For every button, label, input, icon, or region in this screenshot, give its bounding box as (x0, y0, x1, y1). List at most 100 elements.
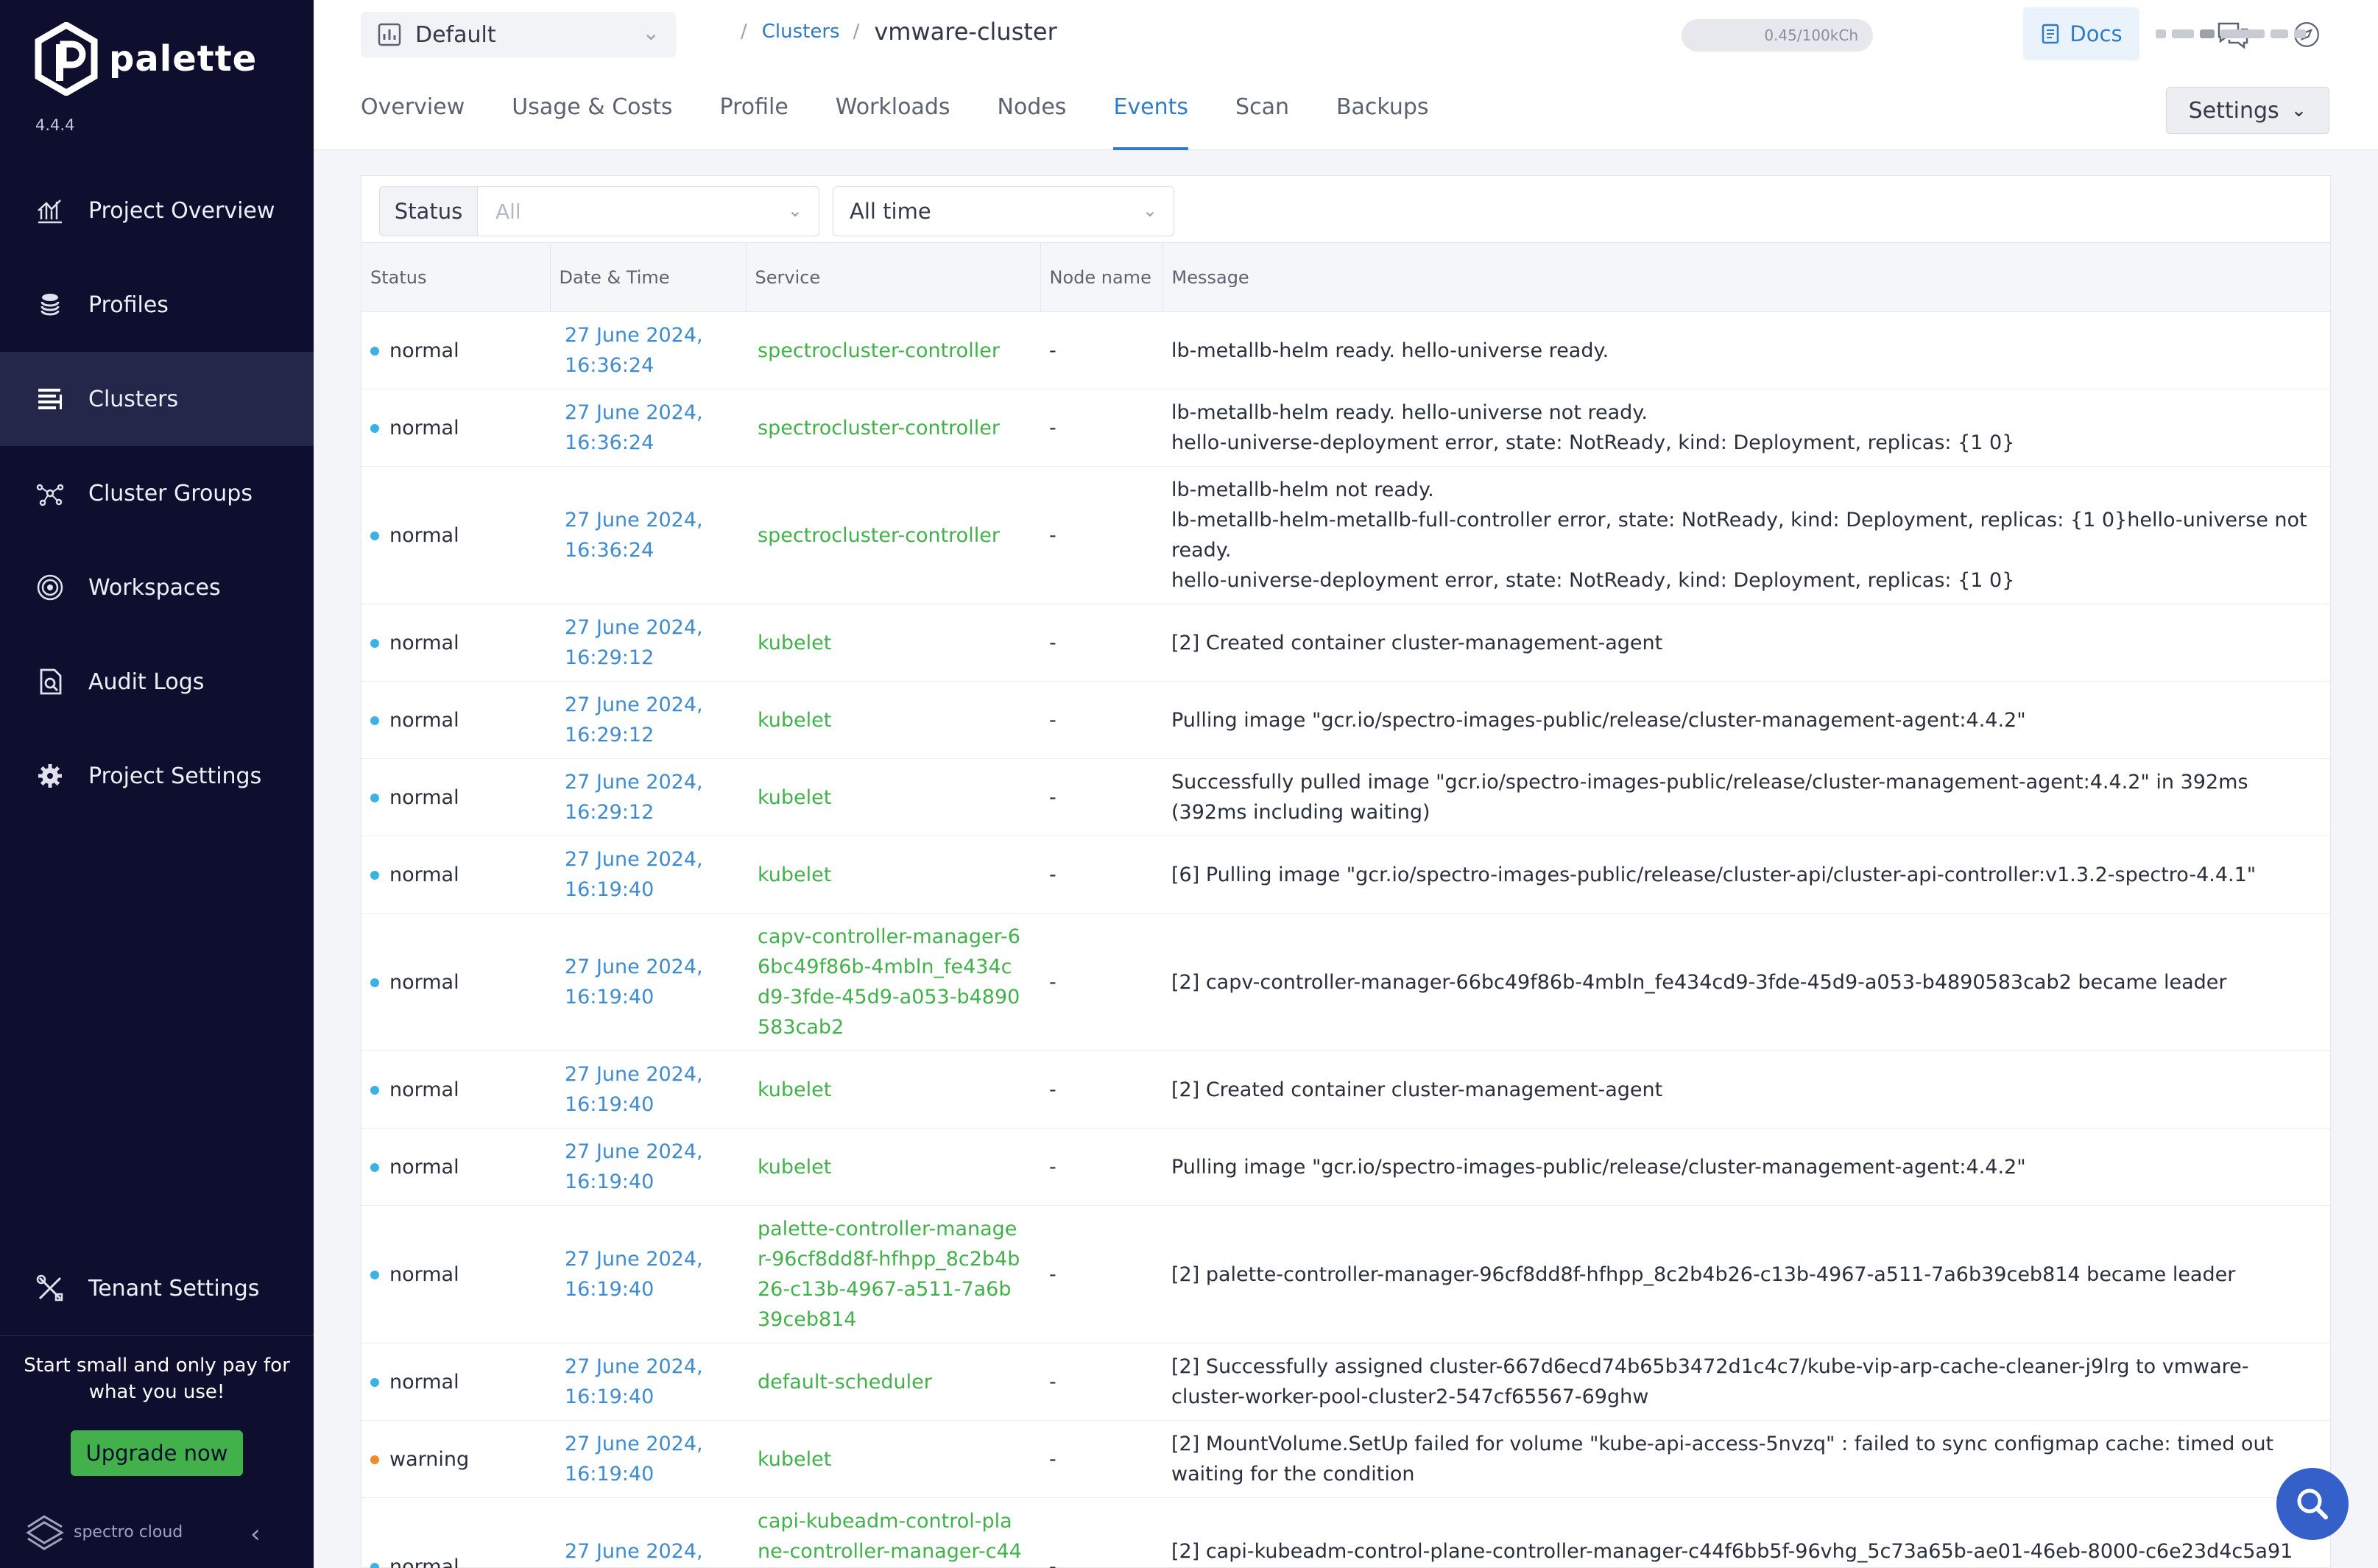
upgrade-now-button[interactable]: Upgrade now (71, 1430, 243, 1476)
collapse-sidebar-icon[interactable]: ‹ (250, 1519, 261, 1549)
time-range-select[interactable]: All time ⌄ (833, 186, 1174, 236)
sidebar-item-project-overview[interactable]: Project Overview (0, 163, 314, 258)
sidebar-item-label: Project Overview (88, 197, 275, 224)
column-header-message[interactable]: Message (1162, 242, 2330, 312)
table-row[interactable]: normal 27 June 2024, 16:36:24 spectrocluste… (361, 466, 2330, 604)
date-time-cell: 27 June 2024,16:19:40 (550, 1497, 746, 1568)
status-cell: warning (361, 1420, 550, 1498)
sidebar-item-workspaces[interactable]: Workspaces (0, 540, 314, 635)
table-row[interactable]: normal 27 June 2024, 16:29:12 kubelet - Succe… (361, 758, 2330, 836)
table-row[interactable]: normal 27 June 2024, 16:19:40 default-sched… (361, 1343, 2330, 1421)
date-time-cell: 27 June 2024,16:19:40 (550, 1343, 746, 1421)
status-dot-icon (370, 424, 379, 433)
table-row[interactable]: normal 27 June 2024, 16:36:24 spectrocluste… (361, 311, 2330, 389)
status-dot-icon (370, 1378, 379, 1387)
sidebar-item-project-settings[interactable]: Project Settings (0, 729, 314, 823)
sidebar-item-cluster-groups[interactable]: Cluster Groups (0, 446, 314, 540)
table-row[interactable]: normal 27 June 2024, 16:29:12 kubelet - [2] C… (361, 604, 2330, 682)
node-name-cell: - (1040, 311, 1162, 389)
spectro-cloud-logo-icon (26, 1515, 64, 1550)
service-cell[interactable]: spectrocluster-controller (746, 466, 1040, 604)
service-cell[interactable]: kubelet (746, 836, 1040, 914)
event-filters: Status All ⌄ All time ⌄ (379, 186, 1174, 236)
tab-nodes[interactable]: Nodes (998, 94, 1067, 150)
status-text: normal (389, 785, 459, 809)
service-cell[interactable]: capv-controller-manager-66bc49f86b-4mbln… (746, 913, 1040, 1051)
sidebar-item-label: Profiles (88, 292, 169, 318)
table-row[interactable]: normal 27 June 2024, 16:29:12 kubelet - Pulli… (361, 681, 2330, 759)
message-cell: [6] Pulling image "gcr.io/spectro-images… (1162, 836, 2330, 914)
tab-workloads[interactable]: Workloads (836, 94, 950, 150)
status-dot-icon (370, 1271, 379, 1279)
project-selector[interactable]: Default ⌄ (361, 12, 676, 57)
date-time-cell: 27 June 2024, 16:36:24 (550, 311, 746, 389)
service-cell[interactable]: kubelet (746, 1420, 1040, 1498)
tab-backups[interactable]: Backups (1336, 94, 1429, 150)
table-row[interactable]: normal 27 June 2024, 16:19:40 capv-controll… (361, 913, 2330, 1051)
sidebar-nav: Project Overview Profiles Clusters Clust… (0, 163, 314, 823)
event-time: 16:29:12 (565, 801, 655, 824)
service-cell[interactable]: palette-controller-manager-96cf8dd8f-hfh… (746, 1205, 1040, 1343)
tab-usage-costs[interactable]: Usage & Costs (512, 94, 672, 150)
settings-button[interactable]: Settings ⌄ (2166, 87, 2329, 134)
palette-logo[interactable]: palette (34, 22, 257, 96)
chevron-down-icon: ⌄ (1142, 200, 1157, 221)
node-name-cell: - (1040, 1497, 1162, 1568)
event-time: 16:29:12 (565, 646, 655, 669)
service-cell[interactable]: spectrocluster-controller (746, 311, 1040, 389)
node-name-cell: - (1040, 1420, 1162, 1498)
table-row[interactable]: normal 27 June 2024, 16:19:40 kubelet - [6] P… (361, 836, 2330, 914)
sidebar-item-audit-logs[interactable]: Audit Logs (0, 635, 314, 729)
date-time-cell: 27 June 2024,16:19:40 (550, 1050, 746, 1129)
chevron-down-icon: ⌄ (787, 200, 802, 221)
service-cell[interactable]: kubelet (746, 604, 1040, 682)
status-dot-icon (370, 794, 379, 802)
breadcrumb-separator: / (853, 21, 860, 43)
credit-usage-badge[interactable]: 0.45/100kCh (1682, 19, 1873, 52)
table-row[interactable]: normal 27 June 2024, 16:19:40 kubelet - [2] C… (361, 1050, 2330, 1129)
service-cell[interactable]: kubelet (746, 758, 1040, 836)
message-cell: Pulling image "gcr.io/spectro-images-pub… (1162, 681, 2330, 759)
service-cell[interactable]: kubelet (746, 681, 1040, 759)
sidebar-item-label: Project Settings (88, 763, 262, 789)
column-header-service[interactable]: Service (745, 242, 1040, 312)
table-row[interactable]: normal 27 June 2024, 16:19:40 kubelet - Pulli… (361, 1128, 2330, 1206)
status-filter-select[interactable]: All ⌄ (478, 186, 819, 236)
docs-button[interactable]: Docs (2023, 7, 2139, 60)
events-table-body: normal 27 June 2024, 16:36:24 spectrocluste… (361, 311, 2330, 1568)
service-cell[interactable]: kubelet (746, 1128, 1040, 1206)
column-header-node-name[interactable]: Node name (1040, 242, 1162, 312)
column-header-date-time[interactable]: Date & Time (549, 242, 746, 312)
date-time-cell: 27 June 2024,16:19:40 (550, 1205, 746, 1343)
workspaces-icon (35, 573, 65, 602)
table-row[interactable]: normal 27 June 2024,16:19:40capi-kubeadm-… (361, 1497, 2330, 1568)
event-time: 16:19:40 (565, 1093, 655, 1116)
search-assistant-button[interactable] (2276, 1468, 2349, 1540)
table-row[interactable]: normal 27 June 2024, 16:19:40 palette-contr… (361, 1205, 2330, 1343)
sidebar-item-clusters[interactable]: Clusters (0, 352, 314, 446)
node-name-cell: - (1040, 681, 1162, 759)
node-name-cell: - (1040, 1343, 1162, 1421)
node-name-cell: - (1040, 1205, 1162, 1343)
breadcrumb-clusters-link[interactable]: Clusters (762, 21, 840, 43)
event-time: 16:36:24 (565, 431, 655, 454)
tab-overview[interactable]: Overview (361, 94, 465, 150)
sidebar-item-tenant-settings[interactable]: Tenant Settings (0, 1241, 314, 1335)
chart-icon (35, 196, 65, 225)
service-cell[interactable]: spectrocluster-controller (746, 389, 1040, 467)
service-cell[interactable]: default-scheduler (746, 1343, 1040, 1421)
node-name-cell: - (1040, 758, 1162, 836)
tab-scan[interactable]: Scan (1235, 94, 1289, 150)
column-header-status[interactable]: Status (361, 242, 550, 312)
service-cell[interactable]: kubelet (746, 1050, 1040, 1129)
event-date: 27 June 2024, (565, 1433, 703, 1455)
table-row[interactable]: warning 27 June 2024, 16:19:40 kubelet - [2] … (361, 1420, 2330, 1498)
date-time-cell: 27 June 2024,16:19:40 (550, 1420, 746, 1498)
tab-profile[interactable]: Profile (720, 94, 788, 150)
sidebar-item-profiles[interactable]: Profiles (0, 258, 314, 352)
service-cell[interactable]: capi-kubeadm-control-plane-controller-ma… (746, 1497, 1040, 1568)
tab-events[interactable]: Events (1113, 94, 1188, 150)
node-name-cell: - (1040, 1050, 1162, 1129)
table-row[interactable]: normal 27 June 2024, 16:36:24 spectrocluste… (361, 389, 2330, 467)
user-menu[interactable] (2156, 27, 2318, 41)
